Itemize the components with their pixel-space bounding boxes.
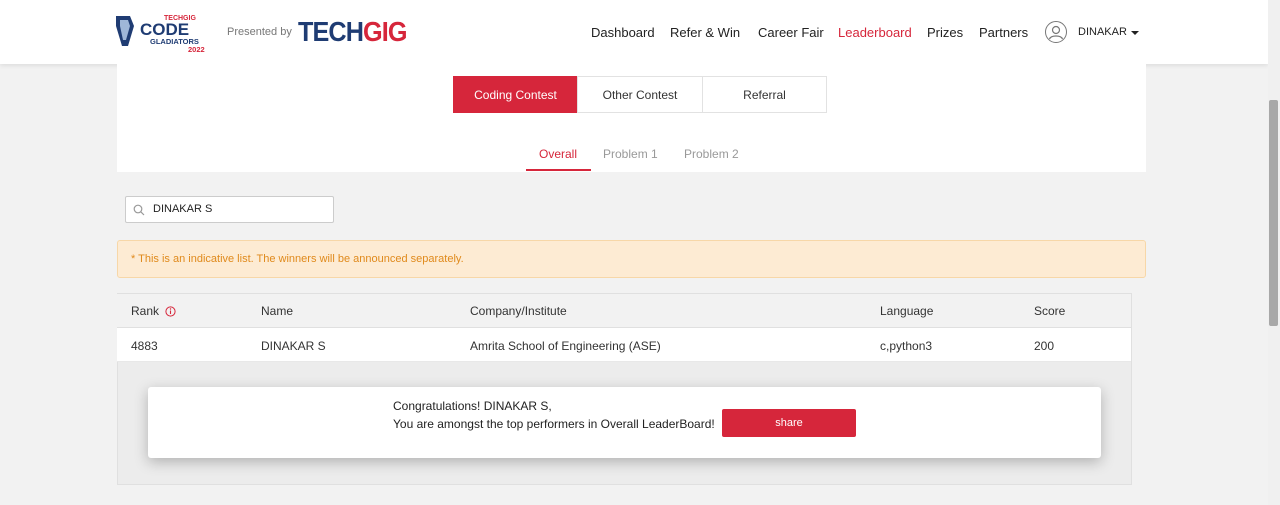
tab-other-contest[interactable]: Other Contest	[577, 76, 703, 113]
column-header-rank: Rank	[131, 304, 176, 318]
nav-leaderboard[interactable]: Leaderboard	[838, 25, 912, 40]
nav-prizes[interactable]: Prizes	[927, 25, 963, 40]
subtab-problem-2[interactable]: Problem 2	[684, 147, 739, 161]
search-input[interactable]: DINAKAR S	[125, 196, 334, 223]
presented-by-text: Presented by	[227, 26, 292, 38]
nav-refer-win[interactable]: Refer & Win	[670, 25, 740, 40]
tab-referral[interactable]: Referral	[702, 76, 827, 113]
congrats-line-1: Congratulations! DINAKAR S,	[393, 399, 552, 413]
cell-score: 200	[1034, 339, 1055, 353]
user-name[interactable]: DINAKAR	[1078, 26, 1127, 38]
subtab-problem-1[interactable]: Problem 1	[603, 147, 658, 161]
scrollbar-thumb[interactable]	[1269, 100, 1278, 326]
top-header: TECHGIG CODE GLADIATORS 2022 Presented b…	[0, 0, 1268, 64]
notice-banner: * This is an indicative list. The winner…	[117, 240, 1146, 278]
chevron-down-icon[interactable]	[1131, 31, 1139, 35]
cell-rank: 4883	[131, 339, 158, 353]
info-icon[interactable]	[165, 306, 176, 317]
tab-coding-contest[interactable]: Coding Contest	[453, 76, 578, 113]
congrats-line-2: You are amongst the top performers in Ov…	[393, 417, 715, 431]
column-header-name: Name	[261, 304, 294, 318]
column-header-company: Company/Institute	[470, 304, 567, 318]
cell-name: DINAKAR S	[261, 339, 326, 353]
share-button[interactable]: share	[722, 409, 856, 437]
search-icon	[133, 204, 145, 216]
notice-text: * This is an indicative list. The winner…	[131, 253, 464, 265]
column-header-score: Score	[1034, 304, 1066, 318]
nav-partners[interactable]: Partners	[979, 25, 1028, 40]
nav-career-fair[interactable]: Career Fair	[758, 25, 824, 40]
svg-text:2022: 2022	[188, 45, 205, 54]
nav-dashboard[interactable]: Dashboard	[591, 25, 655, 40]
active-subtab-indicator	[526, 169, 591, 171]
cell-company: Amrita School of Engineering (ASE)	[470, 339, 661, 353]
cell-language: c,python3	[880, 339, 933, 353]
code-gladiators-logo[interactable]: TECHGIG CODE GLADIATORS 2022	[114, 12, 214, 54]
user-avatar-icon[interactable]	[1045, 21, 1067, 43]
congratulations-popup: Congratulations! DINAKAR S, You are amon…	[148, 387, 1101, 458]
subtab-overall[interactable]: Overall	[539, 147, 577, 161]
techgig-logo[interactable]: TECHGIG	[298, 16, 407, 48]
column-header-language: Language	[880, 304, 934, 318]
search-value[interactable]: DINAKAR S	[153, 203, 212, 215]
